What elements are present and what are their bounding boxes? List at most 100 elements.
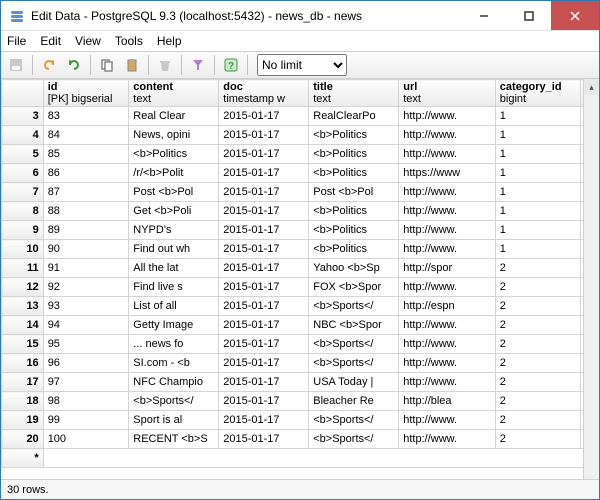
cell-id[interactable]: 95 — [43, 335, 129, 354]
filter-button[interactable] — [187, 54, 209, 76]
limit-select[interactable]: No limit — [257, 54, 347, 76]
row-number[interactable]: 5 — [2, 145, 44, 164]
table-row[interactable]: 1797NFC Champio2015-01-17USA Today |http… — [2, 373, 599, 392]
cell-category[interactable]: 1 — [495, 164, 581, 183]
cell-title[interactable]: Post <b>Pol — [309, 183, 399, 202]
cell-title[interactable]: NBC <b>Spor — [309, 316, 399, 335]
row-number[interactable]: 14 — [2, 316, 44, 335]
cell-content[interactable]: Getty Image — [129, 316, 219, 335]
table-row[interactable]: 989NYPD's 2015-01-17<b>Politicshttp://ww… — [2, 221, 599, 240]
cell-category[interactable]: 2 — [495, 335, 581, 354]
cell-content[interactable]: ... news fo — [129, 335, 219, 354]
cell-content[interactable]: Find out wh — [129, 240, 219, 259]
cell-title[interactable]: <b>Sports</ — [309, 411, 399, 430]
row-header-corner[interactable] — [2, 80, 44, 107]
cell-doc[interactable]: 2015-01-17 — [219, 392, 309, 411]
table-row[interactable]: 787Post <b>Pol2015-01-17Post <b>Polhttp:… — [2, 183, 599, 202]
row-number[interactable]: 19 — [2, 411, 44, 430]
cell-url[interactable]: http://www. — [399, 354, 496, 373]
cell-url[interactable]: http://spor — [399, 259, 496, 278]
cell-content[interactable]: Get <b>Poli — [129, 202, 219, 221]
cell-doc[interactable]: 2015-01-17 — [219, 316, 309, 335]
cell-category[interactable]: 2 — [495, 430, 581, 449]
minimize-button[interactable] — [461, 1, 506, 30]
cell-url[interactable]: http://www. — [399, 202, 496, 221]
column-header-url[interactable]: urltext — [399, 80, 496, 107]
cell-id[interactable]: 99 — [43, 411, 129, 430]
cell-content[interactable]: Find live s — [129, 278, 219, 297]
cell-category[interactable]: 1 — [495, 145, 581, 164]
row-number[interactable]: 8 — [2, 202, 44, 221]
cell-doc[interactable]: 2015-01-17 — [219, 335, 309, 354]
row-number[interactable]: 10 — [2, 240, 44, 259]
cell-id[interactable]: 96 — [43, 354, 129, 373]
cell-url[interactable]: http://www. — [399, 240, 496, 259]
cell-url[interactable]: http://blea — [399, 392, 496, 411]
cell-title[interactable]: <b>Sports</ — [309, 335, 399, 354]
cell-id[interactable]: 100 — [43, 430, 129, 449]
delete-button[interactable] — [154, 54, 176, 76]
column-header-title[interactable]: titletext — [309, 80, 399, 107]
cell-content[interactable]: NYPD's — [129, 221, 219, 240]
cell-content[interactable]: <b>Politics — [129, 145, 219, 164]
cell-id[interactable]: 90 — [43, 240, 129, 259]
menu-view[interactable]: View — [75, 34, 101, 48]
cell-id[interactable]: 85 — [43, 145, 129, 164]
column-header-category[interactable]: category_idbigint — [495, 80, 581, 107]
cell-title[interactable]: RealClearPo — [309, 107, 399, 126]
cell-category[interactable]: 1 — [495, 126, 581, 145]
cell-category[interactable]: 2 — [495, 278, 581, 297]
cell-url[interactable]: http://www. — [399, 373, 496, 392]
cell-category[interactable]: 1 — [495, 183, 581, 202]
cell-id[interactable]: 93 — [43, 297, 129, 316]
row-number[interactable]: 15 — [2, 335, 44, 354]
cell-url[interactable]: http://www. — [399, 107, 496, 126]
cell-category[interactable]: 1 — [495, 202, 581, 221]
maximize-button[interactable] — [506, 1, 551, 30]
cell-doc[interactable]: 2015-01-17 — [219, 107, 309, 126]
cell-title[interactable]: USA Today | — [309, 373, 399, 392]
table-row[interactable]: 1494Getty Image2015-01-17NBC <b>Sporhttp… — [2, 316, 599, 335]
cell-doc[interactable]: 2015-01-17 — [219, 354, 309, 373]
refresh-button[interactable] — [63, 54, 85, 76]
cell-content[interactable]: SI.com - <b — [129, 354, 219, 373]
column-header-doc[interactable]: doctimestamp w — [219, 80, 309, 107]
cell-url[interactable]: http://www. — [399, 221, 496, 240]
cell-title[interactable]: <b>Politics — [309, 202, 399, 221]
cell-title[interactable]: Bleacher Re — [309, 392, 399, 411]
table-row[interactable]: 686/r/<b>Polit2015-01-17<b>Politicshttps… — [2, 164, 599, 183]
cell-id[interactable]: 89 — [43, 221, 129, 240]
cell-title[interactable]: <b>Politics — [309, 164, 399, 183]
cell-title[interactable]: <b>Sports</ — [309, 430, 399, 449]
cell-category[interactable]: 1 — [495, 107, 581, 126]
cell-doc[interactable]: 2015-01-17 — [219, 202, 309, 221]
row-number[interactable]: 18 — [2, 392, 44, 411]
table-row[interactable]: 1090Find out wh2015-01-17<b>Politicshttp… — [2, 240, 599, 259]
menu-file[interactable]: File — [7, 34, 26, 48]
cell-doc[interactable]: 2015-01-17 — [219, 221, 309, 240]
cell-title[interactable]: Yahoo <b>Sp — [309, 259, 399, 278]
cell-content[interactable]: /r/<b>Polit — [129, 164, 219, 183]
cell-url[interactable]: http://www. — [399, 411, 496, 430]
row-number[interactable]: 17 — [2, 373, 44, 392]
cell-doc[interactable]: 2015-01-17 — [219, 259, 309, 278]
cell-id[interactable]: 94 — [43, 316, 129, 335]
row-number[interactable]: 9 — [2, 221, 44, 240]
table-row[interactable]: 585<b>Politics2015-01-17<b>Politicshttp:… — [2, 145, 599, 164]
new-row-marker[interactable]: * — [2, 449, 44, 468]
cell-doc[interactable]: 2015-01-17 — [219, 126, 309, 145]
cell-doc[interactable]: 2015-01-17 — [219, 297, 309, 316]
cell-content[interactable]: All the lat — [129, 259, 219, 278]
cell-url[interactable]: http://www. — [399, 316, 496, 335]
cell-title[interactable]: <b>Politics — [309, 126, 399, 145]
row-number[interactable]: 4 — [2, 126, 44, 145]
table-row[interactable]: 1393List of all2015-01-17<b>Sports</http… — [2, 297, 599, 316]
cell-content[interactable]: <b>Sports</ — [129, 392, 219, 411]
table-row[interactable]: 383Real Clear 2015-01-17RealClearPohttp:… — [2, 107, 599, 126]
cell-content[interactable]: Real Clear — [129, 107, 219, 126]
cell-category[interactable]: 2 — [495, 354, 581, 373]
cell-title[interactable]: <b>Sports</ — [309, 354, 399, 373]
cell-id[interactable]: 88 — [43, 202, 129, 221]
cell-url[interactable]: https://www — [399, 164, 496, 183]
cell-category[interactable]: 2 — [495, 373, 581, 392]
